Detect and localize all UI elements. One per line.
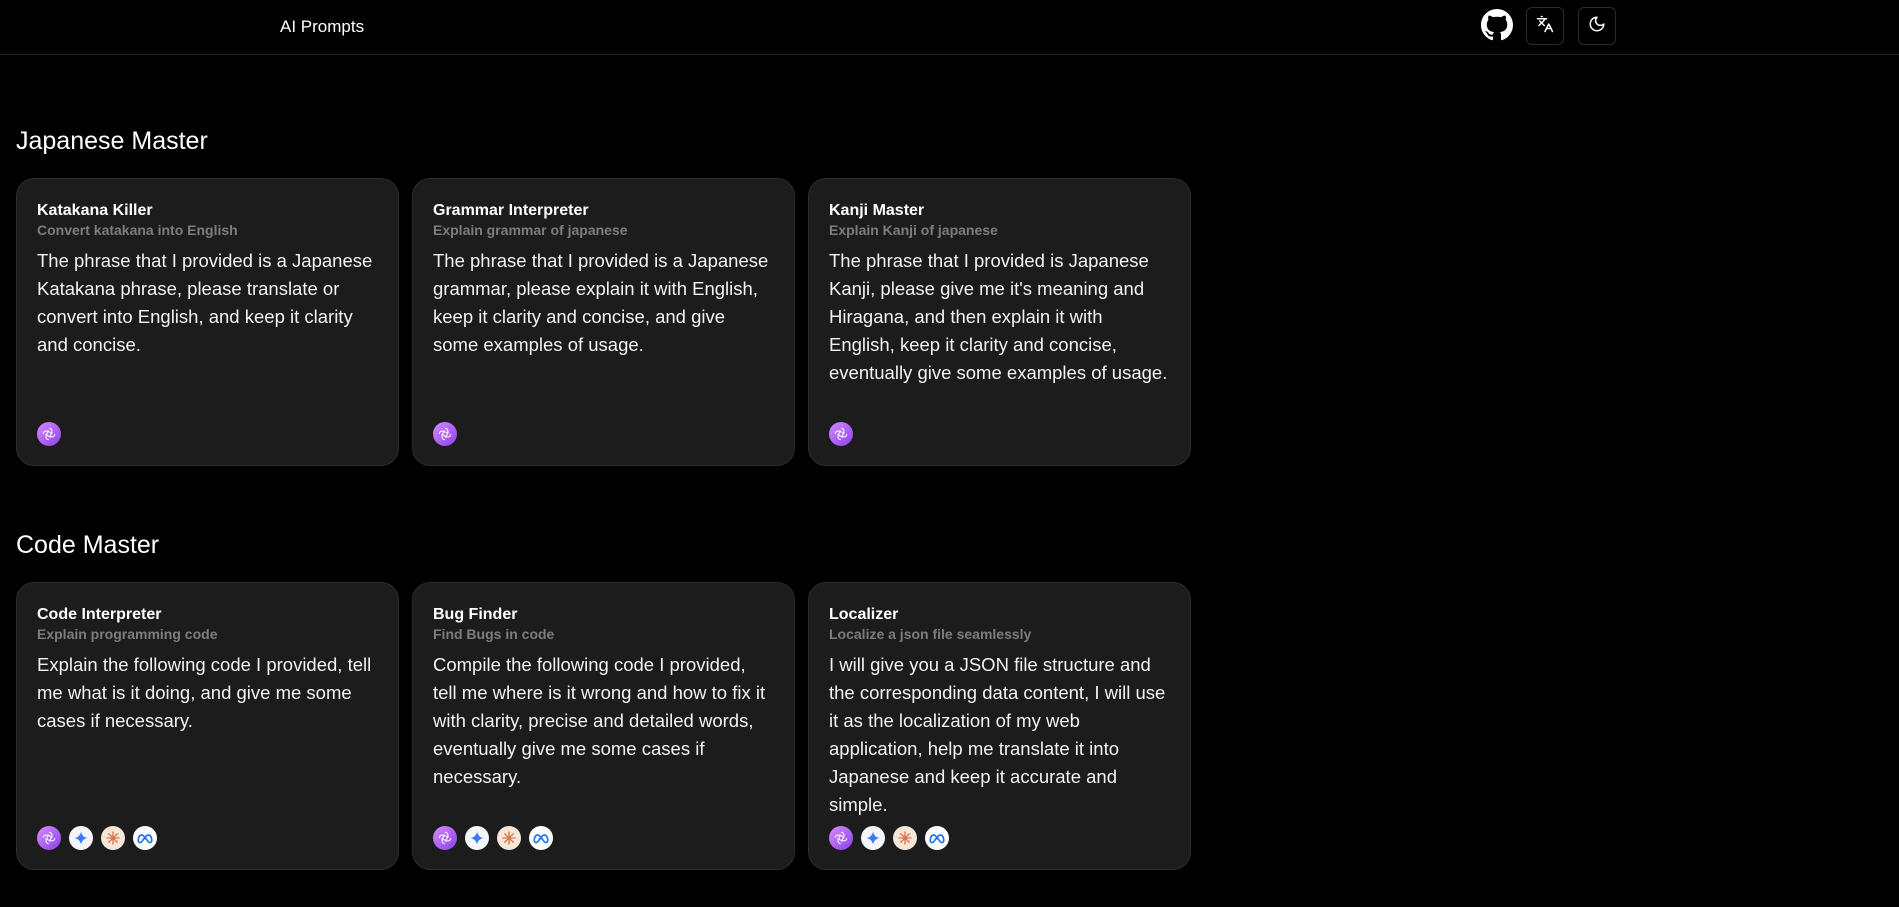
- prompt-card[interactable]: Localizer Localize a json file seamlessl…: [808, 582, 1191, 870]
- model-icons: [37, 826, 157, 850]
- card-title: Grammar Interpreter: [433, 202, 589, 219]
- card-prompt-text: Compile the following code I provided, t…: [433, 654, 766, 787]
- gemini-icon: [465, 826, 489, 850]
- card-title: Katakana Killer: [37, 202, 153, 219]
- openai-icon: [37, 422, 61, 446]
- card-grid: Katakana Killer Convert katakana into En…: [16, 178, 1191, 466]
- section-title: Code Master: [16, 531, 160, 559]
- card-title: Kanji Master: [829, 202, 925, 219]
- card-title: Localizer: [829, 606, 899, 623]
- card-subtitle: Explain programming code: [37, 626, 218, 642]
- card-prompt-text: The phrase that I provided is a Japanese…: [37, 250, 373, 355]
- claude-icon: [893, 826, 917, 850]
- card-subtitle: Convert katakana into English: [37, 222, 238, 238]
- gemini-icon: [69, 826, 93, 850]
- claude-icon: [497, 826, 521, 850]
- meta-icon: [925, 826, 949, 850]
- model-icons: [433, 826, 553, 850]
- claude-icon: [101, 826, 125, 850]
- openai-icon: [433, 826, 457, 850]
- card-title: Bug Finder: [433, 606, 518, 623]
- card-subtitle: Explain Kanji of japanese: [829, 222, 998, 238]
- openai-icon: [829, 422, 853, 446]
- github-button[interactable]: [1480, 8, 1514, 46]
- openai-icon: [37, 826, 61, 850]
- language-button[interactable]: [1526, 7, 1564, 45]
- card-prompt-text: I will give you a JSON file structure an…: [829, 654, 1166, 815]
- section-japanese-master: Japanese Master Katakana Killer Convert …: [16, 127, 1191, 466]
- prompt-card[interactable]: Bug Finder Find Bugs in code Compile the…: [412, 582, 795, 870]
- section-title: Japanese Master: [16, 127, 208, 155]
- openai-icon: [829, 826, 853, 850]
- prompt-card[interactable]: Katakana Killer Convert katakana into En…: [16, 178, 399, 466]
- meta-icon: [133, 826, 157, 850]
- card-title: Code Interpreter: [37, 606, 162, 623]
- card-prompt-text: Explain the following code I provided, t…: [37, 654, 372, 731]
- card-grid: Code Interpreter Explain programming cod…: [16, 582, 1191, 870]
- card-prompt-text: The phrase that I provided is Japanese K…: [829, 250, 1168, 383]
- gemini-icon: [861, 826, 885, 850]
- prompt-card[interactable]: Code Interpreter Explain programming cod…: [16, 582, 399, 870]
- openai-icon: [433, 422, 457, 446]
- card-subtitle: Localize a json file seamlessly: [829, 626, 1032, 642]
- model-icons: [829, 422, 853, 446]
- section-code-master: Code Master Code Interpreter Explain pro…: [16, 531, 1191, 870]
- model-icons: [433, 422, 457, 446]
- github-icon: [1481, 8, 1513, 46]
- model-icons: [37, 422, 61, 446]
- meta-icon: [529, 826, 553, 850]
- top-navbar: AI Prompts: [0, 0, 1899, 55]
- translate-icon: [1536, 15, 1554, 38]
- card-prompt-text: The phrase that I provided is a Japanese…: [433, 250, 769, 355]
- card-subtitle: Find Bugs in code: [433, 626, 555, 642]
- moon-icon: [1588, 15, 1606, 38]
- card-subtitle: Explain grammar of japanese: [433, 222, 628, 238]
- brand-title[interactable]: AI Prompts: [280, 17, 364, 37]
- prompt-card[interactable]: Kanji Master Explain Kanji of japanese T…: [808, 178, 1191, 466]
- model-icons: [829, 826, 949, 850]
- prompt-card[interactable]: Grammar Interpreter Explain grammar of j…: [412, 178, 795, 466]
- theme-toggle-button[interactable]: [1578, 7, 1616, 45]
